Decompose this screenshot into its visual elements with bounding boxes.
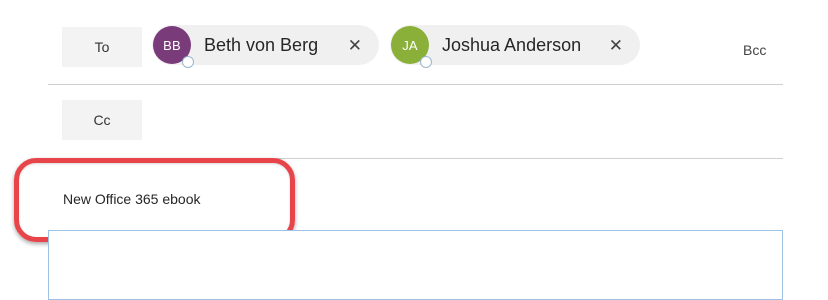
remove-recipient-icon[interactable]: ✕: [609, 37, 623, 54]
avatar: BB: [153, 26, 194, 68]
recipient-pill-beth-von-berg[interactable]: BB Beth von Berg ✕: [152, 25, 379, 68]
cc-button[interactable]: Cc: [62, 100, 142, 140]
presence-status-icon: [182, 56, 194, 68]
remove-recipient-icon[interactable]: ✕: [348, 37, 362, 54]
recipient-name: Joshua Anderson: [442, 34, 582, 55]
to-divider: [48, 84, 783, 85]
recipient-name: Beth von Berg: [204, 34, 319, 55]
bcc-link[interactable]: Bcc: [743, 42, 766, 58]
avatar-initials: BB: [163, 37, 181, 53]
avatar: JA: [391, 26, 432, 68]
presence-status-icon: [420, 56, 432, 68]
recipient-pill-joshua-anderson[interactable]: JA Joshua Anderson ✕: [390, 25, 640, 68]
to-button[interactable]: To: [62, 27, 142, 67]
avatar-initials: JA: [402, 37, 418, 53]
cc-divider: [48, 158, 783, 159]
subject-field[interactable]: New Office 365 ebook: [63, 191, 201, 207]
message-body-editor[interactable]: [48, 230, 783, 300]
